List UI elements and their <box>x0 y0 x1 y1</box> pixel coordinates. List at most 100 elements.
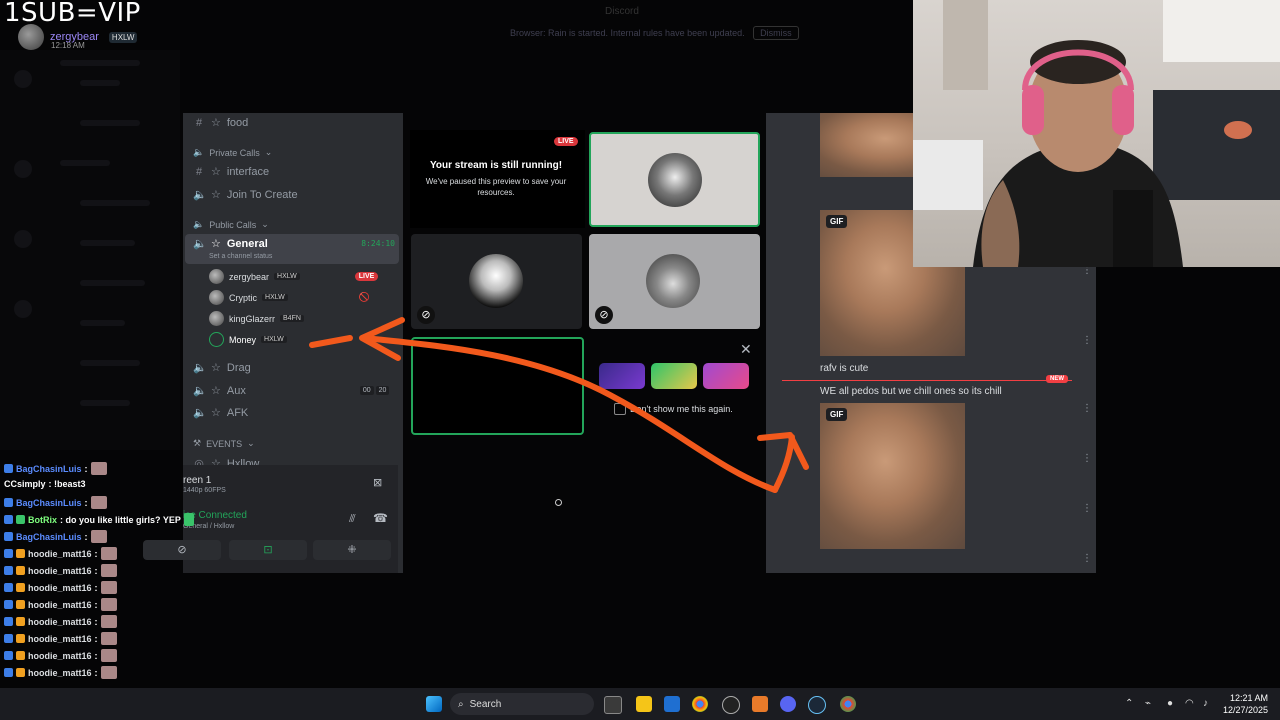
network-icon[interactable]: ⌁ <box>1145 698 1151 709</box>
camera-off-button[interactable]: ⊘ <box>143 540 221 560</box>
task-view-icon[interactable] <box>604 696 622 714</box>
chat-line: hoodie_matt16 : <box>4 598 117 611</box>
sub-badge-icon <box>16 617 25 626</box>
user-limit-counter: 00 20 <box>359 386 390 395</box>
channel-general[interactable]: 🔈 ☆ General <box>193 237 268 251</box>
chat-line: hoodie_matt16 : <box>4 547 117 560</box>
file-explorer-icon[interactable] <box>636 696 652 712</box>
steam-icon[interactable] <box>808 696 826 714</box>
store-icon[interactable] <box>664 696 680 712</box>
badge-icon <box>4 600 13 609</box>
category-private-calls[interactable]: 🔈 Private Calls ⌄ <box>193 147 272 158</box>
voice-user-money[interactable]: Money HXLW <box>209 332 287 347</box>
badge-icon <box>4 549 13 558</box>
category-public-calls[interactable]: 🔈 Public Calls ⌄ <box>193 219 269 230</box>
chat-line: hoodie_matt16 : <box>4 632 117 645</box>
close-icon[interactable]: ✕ <box>740 341 752 358</box>
voice-user-cryptic[interactable]: Cryptic HXLW 🚫 <box>209 290 370 305</box>
chrome-icon[interactable] <box>692 696 708 712</box>
channel-status[interactable]: Set a channel status <box>209 253 272 260</box>
star-icon: ☆ <box>211 407 221 419</box>
chrome-icon[interactable] <box>840 696 856 712</box>
chat-message: rafv is cute <box>820 363 869 374</box>
emote-icon <box>90 462 107 475</box>
voice-user-zergybear[interactable]: zergybear HXLW LIVE <box>209 269 379 284</box>
search-icon: ⌕ <box>458 698 464 710</box>
dont-show-checkbox[interactable]: Don't show me this again. <box>614 403 733 415</box>
channel-join-to-create[interactable]: 🔈 ☆ Join To Create <box>193 188 298 202</box>
sub-badge-icon <box>16 583 25 592</box>
speaker-icon: 🔈 <box>193 385 207 397</box>
emote-icon <box>90 530 107 543</box>
verified-icon <box>16 515 25 524</box>
guild-tag: B4FN <box>280 315 304 322</box>
checkbox-icon <box>614 403 626 415</box>
chat-line: hoodie_matt16 : <box>4 581 117 594</box>
badge-icon <box>4 668 13 677</box>
clock[interactable]: 12:21 AM 12/27/2025 <box>1223 692 1268 716</box>
stop-stream-icon[interactable]: ⊠ <box>373 476 382 489</box>
app-icon[interactable] <box>752 696 768 712</box>
badge-icon <box>4 651 13 660</box>
avatar <box>209 290 224 305</box>
channel-aux[interactable]: 🔈 ☆ Aux 00 20 <box>193 384 393 397</box>
speaker-icon: 🔈 <box>193 407 207 419</box>
chat-line: BotRix : do you like little girls? YEP <box>4 513 194 526</box>
mic-icon[interactable]: ● <box>1167 698 1173 709</box>
avatar <box>18 24 44 50</box>
guild-tag: HXLW <box>108 31 138 43</box>
star-icon: ☆ <box>211 166 221 178</box>
mouse-cursor <box>555 499 562 506</box>
activity-card-3[interactable] <box>703 363 749 389</box>
activities-button[interactable]: ⁜ <box>313 540 391 560</box>
chevron-up-icon[interactable]: ⌃ <box>1125 698 1133 709</box>
call-timer: 8:24:10 <box>361 239 395 248</box>
activity-card-2[interactable] <box>651 363 697 389</box>
speaker-icon: 🔈 <box>193 362 207 374</box>
channel-food[interactable]: # ☆ food <box>193 116 248 130</box>
badge-icon <box>4 583 13 592</box>
gif-image[interactable]: GIF <box>820 403 965 549</box>
activity-card-1[interactable] <box>599 363 645 389</box>
channel-afk[interactable]: 🔈 ☆ AFK <box>193 406 248 420</box>
participant-tile-cryptic[interactable] <box>589 132 760 227</box>
taskbar-search[interactable]: ⌕ Search <box>450 693 594 715</box>
channel-drag[interactable]: 🔈 ☆ Drag <box>193 361 251 375</box>
start-icon[interactable] <box>426 696 442 712</box>
chat-line: BagChasinLuis : <box>4 496 107 509</box>
participant-tile-speaking[interactable] <box>411 337 584 435</box>
more-icon[interactable]: ⋮ <box>1082 453 1092 464</box>
paused-title: Your stream is still running! <box>429 160 563 171</box>
disconnect-icon[interactable]: ☎ <box>373 511 388 525</box>
sub-badge-icon <box>16 651 25 660</box>
more-icon[interactable]: ⋮ <box>1082 403 1092 414</box>
speaker-icon: 🔈 <box>193 219 205 229</box>
dim-background-sidebar <box>0 50 180 450</box>
share-screen-button[interactable]: ⊡ <box>229 540 307 560</box>
more-icon[interactable]: ⋮ <box>1082 335 1092 346</box>
badge-icon <box>4 532 13 541</box>
voice-user-kingglazerr[interactable]: kingGlazerr B4FN <box>209 311 304 326</box>
channel-interface[interactable]: # ☆ interface <box>193 165 269 179</box>
chat-line: BagChasinLuis : <box>4 462 107 475</box>
chat-line: hoodie_matt16 : <box>4 564 117 577</box>
chat-message: WE all pedos but we chill ones so its ch… <box>820 386 1002 397</box>
more-icon[interactable]: ⋮ <box>1082 503 1092 514</box>
discord-icon[interactable] <box>780 696 796 712</box>
volume-icon[interactable]: ♪ <box>1203 698 1208 709</box>
participant-tile-money[interactable]: ⊘ <box>589 234 760 329</box>
noise-suppression-icon[interactable]: ⫻ <box>349 513 356 526</box>
sub-badge-icon <box>16 634 25 643</box>
notice-dismiss-button[interactable]: Dismiss <box>753 26 799 40</box>
category-events[interactable]: ⚒ EVENTS ⌄ <box>193 438 255 449</box>
star-icon: ☆ <box>211 189 221 201</box>
badge-icon <box>4 634 13 643</box>
avatar <box>209 311 224 326</box>
avatar <box>646 254 700 308</box>
emote-icon <box>100 547 117 560</box>
obs-icon[interactable] <box>722 696 740 714</box>
wifi-icon[interactable]: ◠ <box>1185 698 1194 709</box>
more-icon[interactable]: ⋮ <box>1082 553 1092 564</box>
muted-icon: ⊘ <box>595 306 613 324</box>
participant-tile-kingglazerr[interactable]: ⊘ <box>411 234 582 329</box>
